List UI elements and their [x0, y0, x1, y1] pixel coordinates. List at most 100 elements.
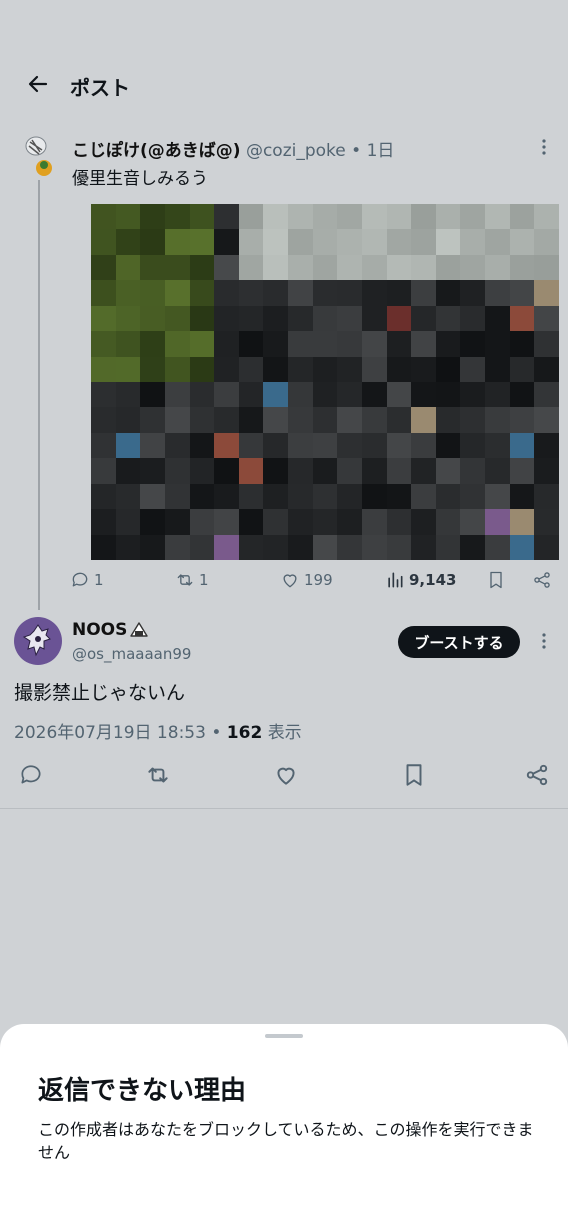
mosaic-cell — [115, 229, 141, 255]
author-handle: @os_maaaan99 — [72, 645, 192, 663]
mosaic-cell — [238, 483, 264, 510]
mosaic-cell — [386, 483, 412, 510]
boost-button[interactable]: ブーストする — [398, 626, 520, 658]
mosaic-cell — [337, 534, 362, 560]
views-icon — [388, 572, 403, 588]
mosaic-cell — [288, 254, 313, 281]
mosaic-cell — [91, 331, 116, 357]
reply-icon[interactable] — [18, 762, 44, 788]
mosaic-cell — [435, 483, 461, 510]
bookmark-icon[interactable] — [401, 762, 427, 788]
mosaic-cell — [361, 229, 387, 255]
divider — [0, 808, 568, 809]
mosaic-cell — [214, 356, 239, 382]
parent-like-count: 199 — [304, 571, 333, 589]
mosaic-cell — [238, 534, 264, 560]
mosaic-cell — [115, 458, 141, 484]
mosaic-cell — [115, 204, 141, 230]
mosaic-cell — [263, 432, 289, 459]
mosaic-cell — [288, 407, 313, 433]
mosaic-cell — [312, 483, 338, 510]
mosaic-cell — [214, 483, 239, 510]
mosaic-cell — [189, 356, 215, 382]
mosaic-cell — [140, 280, 165, 306]
mosaic-cell — [91, 280, 116, 306]
mosaic-cell — [312, 407, 338, 433]
mosaic-cell — [386, 305, 412, 332]
back-arrow-icon[interactable] — [26, 72, 50, 96]
share-icon[interactable] — [532, 568, 552, 592]
mosaic-cell — [140, 534, 165, 560]
mosaic-cell — [435, 229, 461, 255]
thread-line — [38, 180, 40, 610]
mosaic-cell — [509, 254, 535, 281]
parent-repost-count: 1 — [199, 571, 209, 589]
mosaic-cell — [435, 458, 461, 484]
heart-icon[interactable] — [273, 762, 299, 788]
repost-icon — [177, 574, 193, 586]
mosaic-cell — [460, 331, 486, 357]
mosaic-cell — [214, 204, 239, 230]
mosaic-cell — [238, 204, 264, 230]
author-display-name[interactable]: NOOS — [72, 620, 127, 640]
mosaic-cell — [435, 407, 461, 433]
author-avatar[interactable] — [14, 617, 62, 665]
mosaic-cell — [238, 331, 264, 357]
parent-post-image[interactable] — [91, 204, 559, 560]
mosaic-cell — [485, 305, 510, 332]
mosaic-cell — [214, 509, 239, 535]
mosaic-cell — [337, 229, 362, 255]
sheet-grabber[interactable] — [265, 1034, 303, 1038]
mosaic-cell — [411, 305, 436, 332]
mosaic-cell — [460, 458, 486, 484]
mosaic-cell — [534, 229, 559, 255]
mosaic-cell — [288, 356, 313, 382]
mosaic-cell — [164, 280, 190, 306]
bookmark-icon[interactable] — [486, 568, 506, 592]
rice-ball-icon — [130, 622, 149, 637]
post-meta: 2026年07月19日 18:53 • 162 表示 — [14, 723, 302, 743]
mosaic-cell — [214, 280, 239, 306]
reply-icon — [72, 572, 88, 587]
mosaic-cell — [115, 483, 141, 510]
mosaic-cell — [140, 331, 165, 357]
parent-like-button[interactable]: 199 — [280, 568, 333, 592]
mosaic-cell — [263, 204, 289, 230]
mosaic-cell — [140, 432, 165, 459]
mosaic-cell — [238, 407, 264, 433]
mosaic-cell — [214, 254, 239, 281]
mosaic-cell — [164, 534, 190, 560]
share-icon[interactable] — [524, 762, 550, 788]
post-more-icon[interactable] — [536, 632, 552, 650]
repost-icon[interactable] — [145, 762, 171, 788]
parent-more-icon[interactable] — [536, 138, 552, 156]
parent-avatar[interactable] — [20, 132, 56, 182]
parent-views-button[interactable]: 9,143 — [385, 568, 456, 592]
mosaic-cell — [361, 382, 387, 408]
mosaic-cell — [312, 254, 338, 281]
mosaic-cell — [485, 432, 510, 459]
mosaic-cell — [312, 331, 338, 357]
mosaic-cell — [485, 407, 510, 433]
heart-icon — [283, 574, 297, 588]
mosaic-cell — [312, 458, 338, 484]
mosaic-cell — [386, 254, 412, 281]
parent-repost-button[interactable]: 1 — [175, 568, 209, 592]
mosaic-cell — [312, 305, 338, 332]
mosaic-cell — [214, 458, 239, 484]
post-view-count: 162 — [226, 723, 263, 743]
mosaic-cell — [460, 534, 486, 560]
mosaic-cell — [509, 356, 535, 382]
mosaic-cell — [189, 483, 215, 510]
mosaic-cell — [411, 280, 436, 306]
mosaic-cell — [509, 229, 535, 255]
mosaic-cell — [238, 280, 264, 306]
mosaic-cell — [91, 458, 116, 484]
mosaic-cell — [361, 534, 387, 560]
parent-display-name[interactable]: こじぽけ(@あきば@) — [72, 141, 241, 161]
mosaic-cell — [115, 382, 141, 408]
mosaic-cell — [509, 483, 535, 510]
parent-reply-button[interactable]: 1 — [70, 568, 104, 592]
mosaic-cell — [534, 331, 559, 357]
mosaic-cell — [263, 254, 289, 281]
